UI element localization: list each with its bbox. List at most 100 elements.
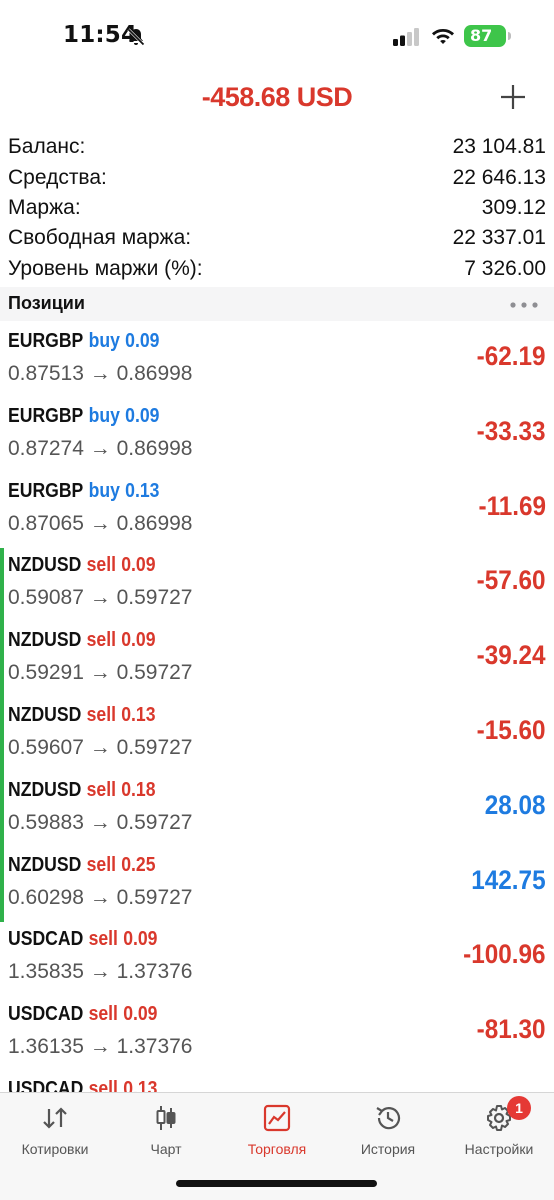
- total-profit: -458.68 USD: [201, 82, 353, 112]
- tab-label: Чарт: [150, 1141, 182, 1157]
- summary-label: Свободная маржа:: [8, 226, 192, 250]
- chart-icon: [156, 1106, 176, 1130]
- status-bar: 11:54 87: [0, 0, 554, 74]
- position-side: sell: [86, 703, 116, 726]
- summary-value: 309.12: [481, 195, 546, 219]
- hedge-indicator: [0, 1072, 4, 1092]
- position-title: NZDUSD sell 0.09: [8, 629, 156, 652]
- hedge-indicator: [0, 847, 4, 923]
- position-side: sell: [86, 778, 116, 801]
- tab-label: Торговля: [247, 1141, 307, 1157]
- summary-value: 23 104.81: [452, 135, 546, 159]
- positions-list: EURGBP buy 0.09 0.87513 → 0.86998 -62.19 E…: [0, 324, 554, 1092]
- tab-quotes[interactable]: Котировки: [0, 1103, 110, 1163]
- summary-label: Маржа:: [8, 195, 81, 219]
- position-symbol: NZDUSD: [8, 629, 82, 652]
- position-prices: 0.60298 → 0.59727: [8, 885, 193, 909]
- home-indicator[interactable]: [176, 1180, 377, 1187]
- position-row[interactable]: NZDUSD sell 0.13 0.59607 → 0.59727 -15.60: [0, 697, 554, 773]
- hedge-indicator: [0, 623, 4, 698]
- position-title: EURGBP buy 0.09: [8, 405, 159, 428]
- hedge-indicator: [0, 399, 4, 474]
- bell-muted-icon: [127, 28, 145, 46]
- position-title: NZDUSD sell 0.09: [8, 554, 156, 577]
- position-prices: 0.87274 → 0.86998: [8, 436, 193, 460]
- position-symbol: NZDUSD: [8, 703, 82, 726]
- position-prices: 0.59607 → 0.59727: [8, 735, 193, 759]
- position-profit: -81.30: [477, 1014, 546, 1045]
- tab-label: Настройки: [464, 1141, 534, 1157]
- position-volume: 0.09: [125, 404, 160, 427]
- hedge-indicator: [0, 772, 4, 848]
- position-side: sell: [88, 1003, 118, 1026]
- position-profit: -100.96: [463, 939, 546, 970]
- position-symbol: NZDUSD: [8, 554, 82, 577]
- position-row[interactable]: EURGBP buy 0.09 0.87274 → 0.86998 -33.33: [0, 399, 554, 474]
- position-volume: 0.09: [121, 629, 156, 652]
- position-prices: 0.87513 → 0.86998: [8, 362, 193, 385]
- position-title: EURGBP buy 0.09: [8, 330, 159, 353]
- position-prices: 1.36135 → 1.37376: [8, 1035, 193, 1059]
- position-side: sell: [86, 629, 116, 652]
- position-prices: 1.35835 → 1.37376: [8, 960, 193, 984]
- position-row[interactable]: NZDUSD sell 0.18 0.59883 → 0.59727 28.08: [0, 772, 554, 848]
- position-row[interactable]: EURGBP buy 0.09 0.87513 → 0.86998 -62.19: [0, 324, 554, 399]
- position-symbol: NZDUSD: [8, 853, 82, 876]
- position-symbol: EURGBP: [8, 404, 84, 427]
- position-volume: 0.13: [125, 479, 160, 502]
- tab-chart[interactable]: Чарт: [111, 1103, 221, 1163]
- position-title: NZDUSD sell 0.18: [8, 779, 156, 802]
- position-row[interactable]: USDCAD sell 0.09 1.36135 → 1.37376 -81.30: [0, 997, 554, 1072]
- trade-icon: [263, 1104, 291, 1132]
- hedge-indicator: [0, 474, 4, 549]
- hedge-indicator: [0, 997, 4, 1072]
- position-row[interactable]: NZDUSD sell 0.25 0.60298 → 0.59727 142.75: [0, 847, 554, 923]
- position-profit: -62.19: [477, 341, 546, 371]
- tab-settings[interactable]: Настройки: [444, 1103, 554, 1163]
- position-profit: -11.69: [478, 490, 546, 521]
- position-title: USDCAD sell 0.09: [8, 1003, 157, 1026]
- position-side: sell: [86, 853, 116, 876]
- positions-title: Позиции: [8, 293, 85, 313]
- hedge-indicator: [0, 324, 4, 399]
- position-profit: -57.60: [477, 565, 546, 596]
- wifi-icon: [432, 29, 454, 44]
- position-row[interactable]: USDCAD sell 0.09 1.35835 → 1.37376 -100.96: [0, 922, 554, 997]
- position-side: sell: [88, 1077, 118, 1092]
- position-profit: -33.33: [477, 415, 546, 446]
- position-row[interactable]: NZDUSD sell 0.09 0.59291 → 0.59727 -39.24: [0, 623, 554, 698]
- summary-label: Средства:: [8, 165, 107, 189]
- position-prices: 0.59883 → 0.59727: [8, 810, 193, 834]
- summary-equity: Средства: 22 646.13: [8, 162, 546, 192]
- position-title: EURGBP buy 0.13: [8, 480, 159, 503]
- position-symbol: NZDUSD: [8, 778, 82, 801]
- tab-label: Котировки: [21, 1141, 89, 1157]
- summary-free-margin: Свободная маржа: 22 337.01: [8, 223, 546, 253]
- position-volume: 0.13: [123, 1077, 158, 1092]
- position-row[interactable]: NZDUSD sell 0.09 0.59087 → 0.59727 -57.60: [0, 548, 554, 624]
- position-symbol: USDCAD: [8, 928, 84, 951]
- position-title: USDCAD sell 0.13: [8, 1078, 157, 1092]
- tab-trade[interactable]: Торговля: [222, 1103, 332, 1163]
- tab-history[interactable]: История: [333, 1103, 443, 1163]
- quotes-icon: [43, 1107, 67, 1129]
- more-options-icon[interactable]: [510, 302, 538, 308]
- position-row[interactable]: USDCAD sell 0.13: [0, 1072, 554, 1092]
- position-symbol: EURGBP: [8, 479, 84, 502]
- battery-indicator: 87: [464, 25, 511, 47]
- position-side: sell: [88, 928, 118, 951]
- battery-level: 87: [470, 26, 493, 45]
- position-symbol: USDCAD: [8, 1003, 84, 1026]
- position-volume: 0.09: [121, 554, 156, 577]
- position-volume: 0.09: [123, 928, 158, 951]
- position-side: buy: [88, 330, 120, 352]
- position-title: NZDUSD sell 0.25: [8, 854, 156, 877]
- add-order-icon[interactable]: [499, 83, 527, 111]
- summary-value: 22 646.13: [452, 165, 546, 189]
- position-prices: 0.59087 → 0.59727: [8, 586, 193, 610]
- position-side: buy: [88, 479, 120, 502]
- position-row[interactable]: EURGBP buy 0.13 0.87065 → 0.86998 -11.69: [0, 474, 554, 549]
- summary-value: 7 326.00: [464, 256, 546, 280]
- tab-label: История: [360, 1141, 416, 1157]
- position-profit: -15.60: [477, 714, 546, 745]
